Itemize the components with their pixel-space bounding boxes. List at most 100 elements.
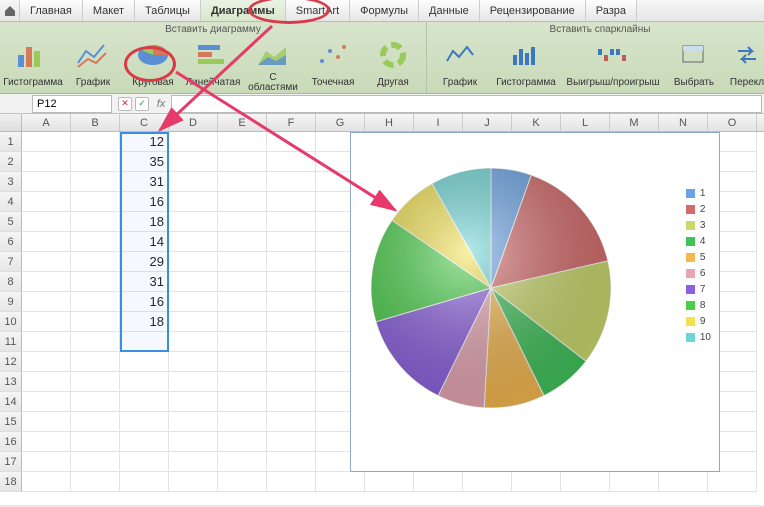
col-header[interactable]: D [169,114,218,131]
cell[interactable] [120,432,169,452]
cell[interactable] [22,432,71,452]
col-header[interactable]: J [463,114,512,131]
select-all-corner[interactable] [0,114,22,131]
col-header[interactable]: G [316,114,365,131]
col-header[interactable]: K [512,114,561,131]
cell[interactable] [169,232,218,252]
cell[interactable] [71,452,120,472]
cell[interactable] [218,312,267,332]
cell[interactable] [708,472,757,492]
cell[interactable] [169,412,218,432]
cell[interactable] [22,312,71,332]
tab-formulas[interactable]: Формулы [350,0,419,21]
tab-review[interactable]: Рецензирование [480,0,586,21]
cell[interactable] [71,432,120,452]
row-header[interactable]: 7 [0,252,22,272]
cell[interactable]: 29 [120,252,169,272]
cell[interactable] [71,292,120,312]
cell[interactable] [71,312,120,332]
select-data-button[interactable]: Выбрать [665,36,723,94]
row-header[interactable]: 6 [0,232,22,252]
tab-tables[interactable]: Таблицы [135,0,201,21]
cell[interactable] [22,212,71,232]
cell[interactable] [169,132,218,152]
tab-smartart[interactable]: SmartArt [286,0,350,21]
cell[interactable] [22,412,71,432]
cell[interactable] [169,192,218,212]
cell[interactable] [71,172,120,192]
cell[interactable] [71,392,120,412]
cell[interactable] [267,472,316,492]
tab-dev[interactable]: Разра [586,0,637,21]
cell[interactable] [414,472,463,492]
cell[interactable] [22,132,71,152]
row-header[interactable]: 12 [0,352,22,372]
cell[interactable] [169,332,218,352]
cell[interactable] [267,312,316,332]
insert-other-button[interactable]: Другая [364,36,422,94]
cell[interactable] [218,272,267,292]
cell[interactable] [120,412,169,432]
cell[interactable] [22,332,71,352]
tab-home[interactable]: Главная [20,0,83,21]
cell[interactable] [22,232,71,252]
col-header[interactable]: H [365,114,414,131]
sparkline-line-button[interactable]: График [431,36,489,94]
fx-icon[interactable]: fx [153,98,169,110]
sparkline-winloss-button[interactable]: Выигрыш/проигрыш [563,36,663,94]
col-header[interactable]: I [414,114,463,131]
row-header[interactable]: 16 [0,432,22,452]
cell[interactable] [71,352,120,372]
cell[interactable] [218,152,267,172]
cell[interactable] [218,332,267,352]
cell[interactable] [218,252,267,272]
cell[interactable] [218,392,267,412]
cell[interactable] [169,212,218,232]
switch-button[interactable]: Перекл [725,36,764,94]
row-header[interactable]: 11 [0,332,22,352]
insert-pie-button[interactable]: Круговая [124,36,182,94]
cell[interactable] [218,172,267,192]
cell[interactable] [22,352,71,372]
cell[interactable] [218,432,267,452]
cell[interactable] [22,252,71,272]
cell[interactable] [71,472,120,492]
cell[interactable] [218,232,267,252]
cell[interactable] [267,352,316,372]
home-icon[interactable] [0,0,20,21]
tab-data[interactable]: Данные [419,0,480,21]
row-header[interactable]: 2 [0,152,22,172]
cell[interactable] [22,472,71,492]
col-header[interactable]: N [659,114,708,131]
cell[interactable] [218,452,267,472]
cell[interactable] [169,432,218,452]
row-header[interactable]: 4 [0,192,22,212]
cell[interactable] [218,212,267,232]
cell[interactable] [169,392,218,412]
row-header[interactable]: 5 [0,212,22,232]
cell[interactable] [169,312,218,332]
cell[interactable] [218,132,267,152]
cell[interactable] [22,292,71,312]
cell[interactable] [169,372,218,392]
cell[interactable] [71,232,120,252]
insert-area-button[interactable]: С областями [244,36,302,94]
cell[interactable] [267,272,316,292]
pie-chart-object[interactable]: 12345678910 [350,132,720,472]
row-header[interactable]: 3 [0,172,22,192]
cell[interactable] [71,332,120,352]
cell[interactable]: 31 [120,272,169,292]
cell[interactable] [71,372,120,392]
name-box[interactable]: P12 [32,95,112,113]
cell[interactable] [218,372,267,392]
cell[interactable]: 16 [120,192,169,212]
cell[interactable] [267,292,316,312]
cell[interactable] [71,192,120,212]
cell[interactable] [267,412,316,432]
insert-line-button[interactable]: График [64,36,122,94]
cell[interactable] [267,452,316,472]
cell[interactable] [267,432,316,452]
cell[interactable] [169,352,218,372]
cell[interactable] [22,152,71,172]
cell[interactable] [71,252,120,272]
